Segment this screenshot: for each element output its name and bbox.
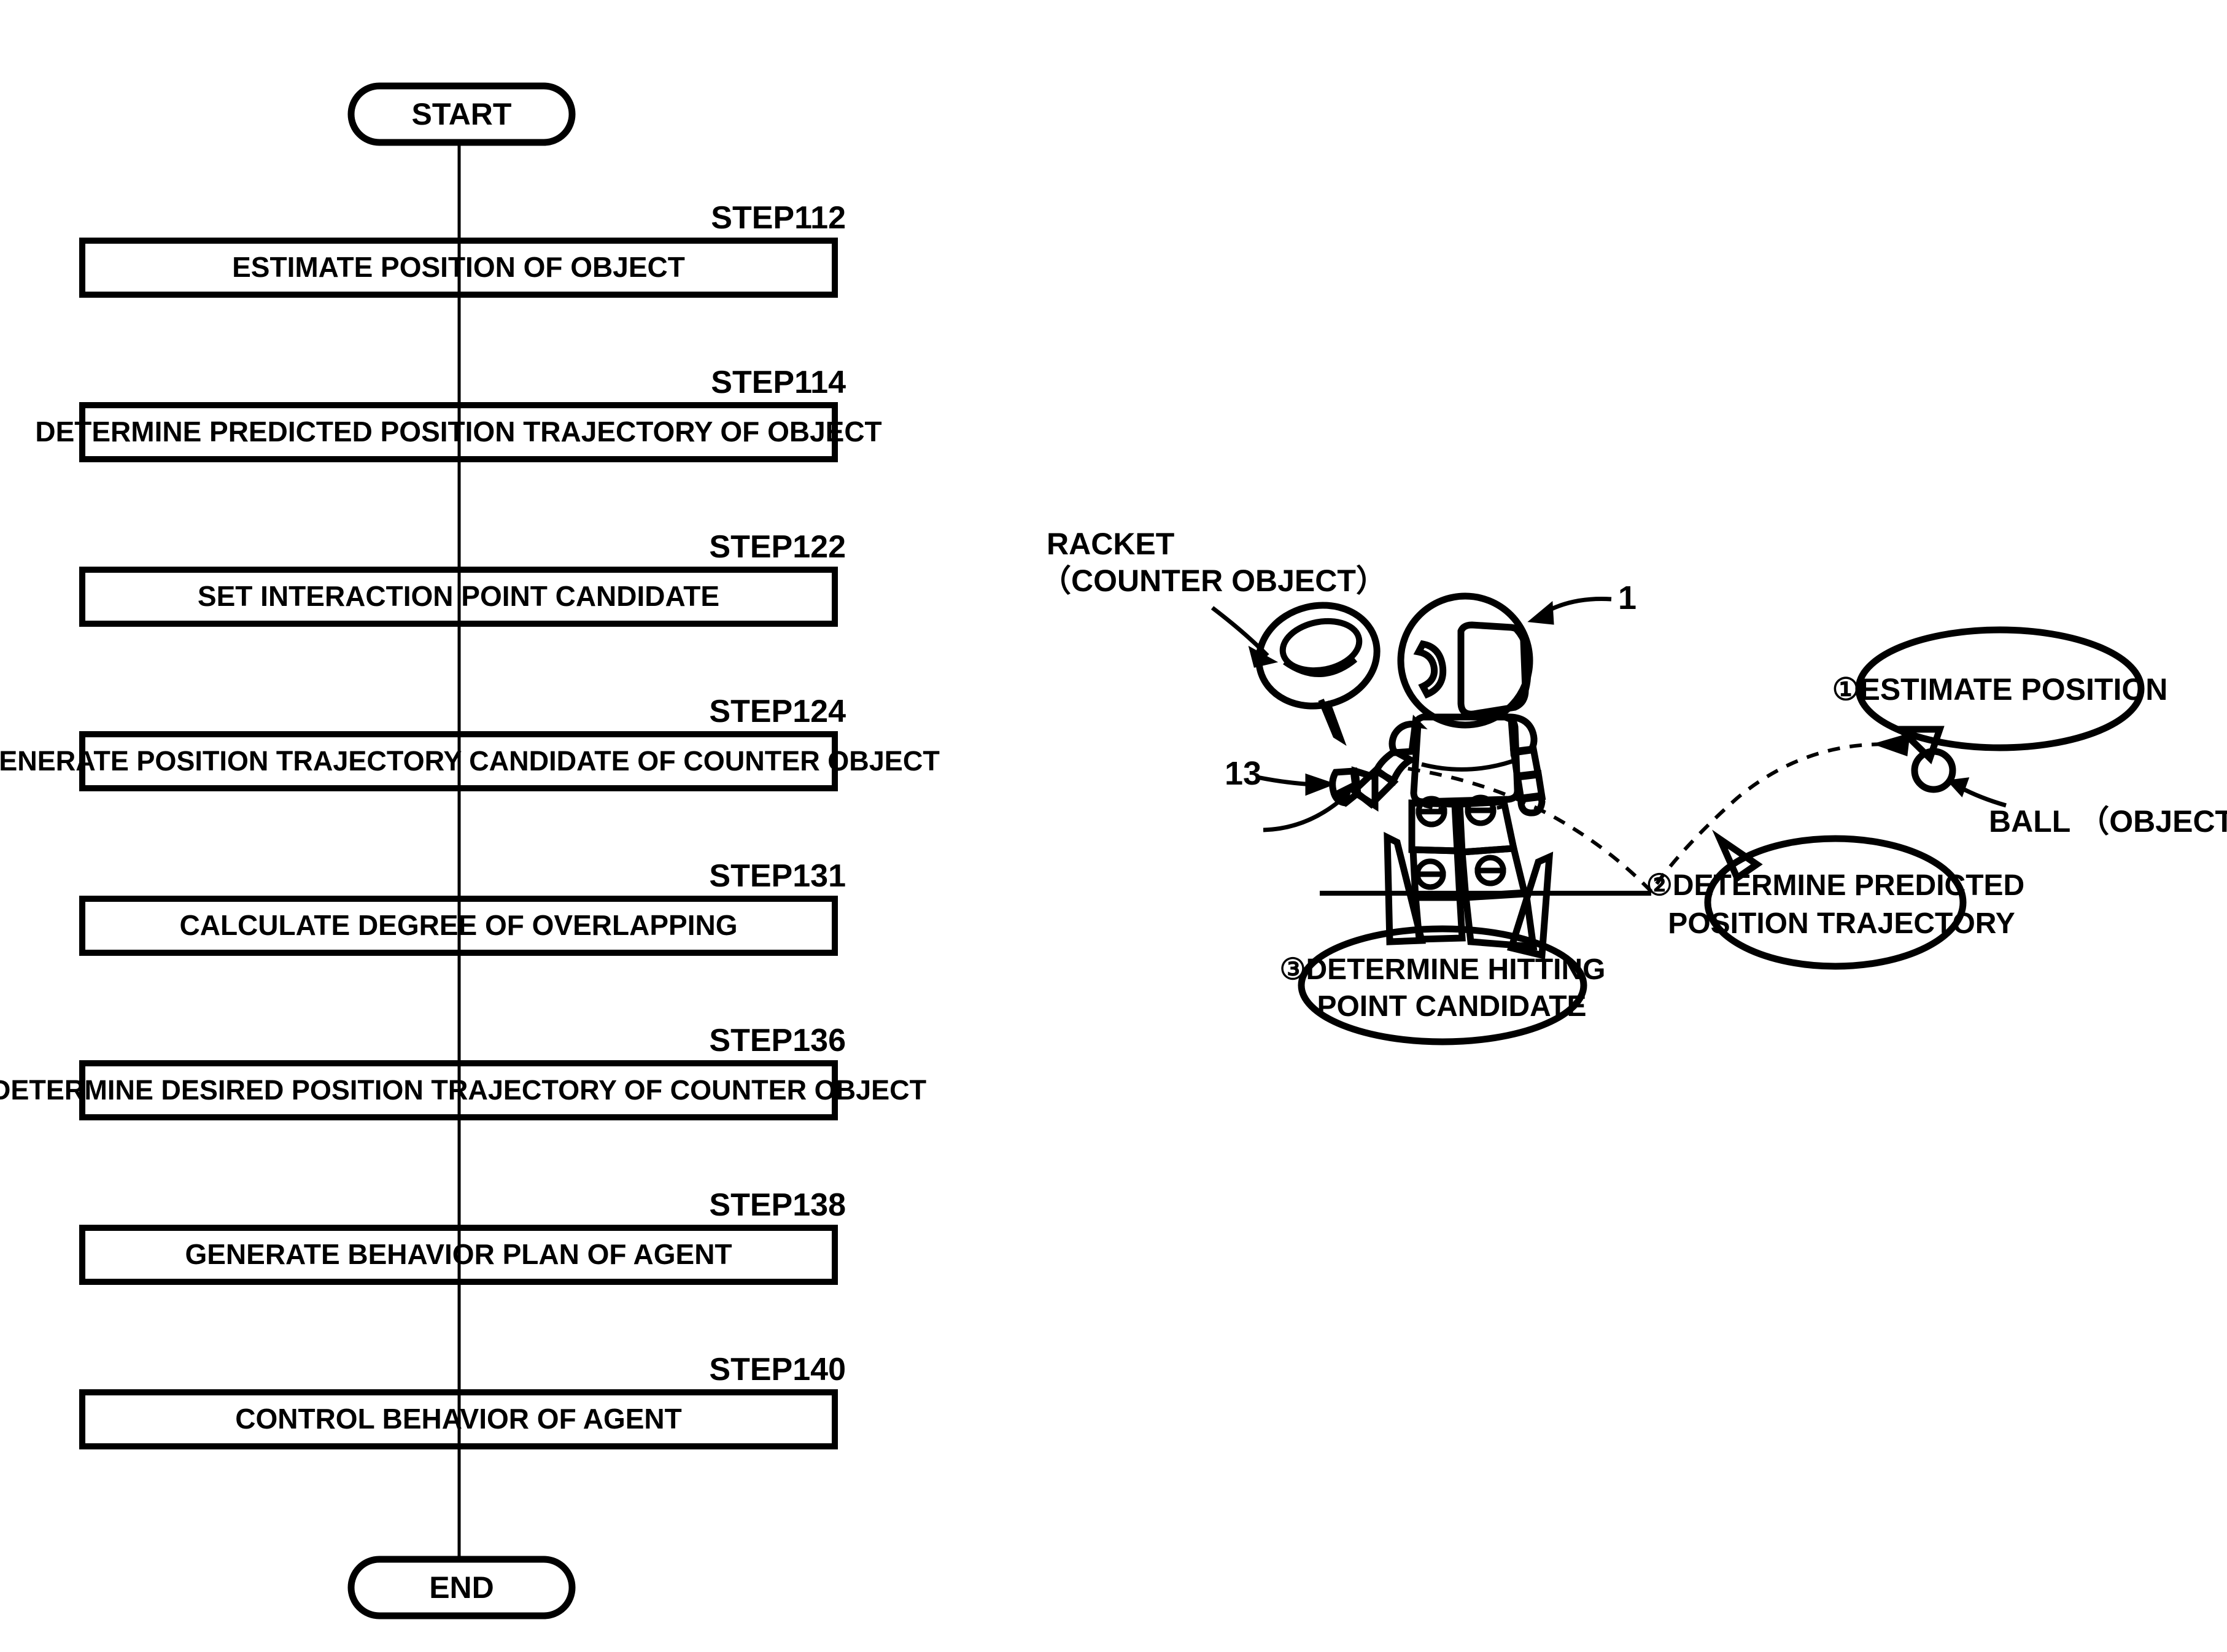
- end-terminator: END: [347, 1556, 576, 1619]
- callout-1-marker: ①: [1832, 672, 1860, 707]
- racket-label-line2: （COUNTER OBJECT）: [1040, 564, 1387, 598]
- ball-label: BALL （OBJECT）: [1989, 804, 2227, 839]
- robot-ref-label-group: 1: [1527, 580, 1636, 625]
- step-id-2: STEP122: [709, 529, 846, 565]
- callout-estimate-position: ①ESTIMATE POSITION: [1832, 626, 2168, 765]
- step-label-2: SET INTERACTION POINT CANDIDATE: [198, 580, 719, 612]
- step-label-7: CONTROL BEHAVIOR OF AGENT: [235, 1403, 682, 1435]
- step-id-7: STEP140: [709, 1352, 846, 1387]
- ball-label-group: BALL （OBJECT）: [1946, 777, 2227, 839]
- step-id-3: STEP124: [709, 694, 846, 729]
- step-id-5: STEP136: [709, 1023, 846, 1058]
- callout-2-marker: ②: [1646, 869, 1673, 902]
- end-label: END: [429, 1570, 494, 1605]
- racket-illustration: [1255, 602, 1381, 746]
- step-id-1: STEP114: [711, 365, 846, 400]
- callout-predicted-trajectory: ②DETERMINE PREDICTED POSITION TRAJECTORY: [1646, 829, 2024, 970]
- svg-text:②DETERMINE PREDICTED: ②DETERMINE PREDICTED: [1646, 869, 2024, 902]
- callout-3-line1: DETERMINE HITTING: [1306, 953, 1606, 986]
- racket-label-line1: RACKET: [1047, 527, 1174, 561]
- callout-2-line1: DETERMINE PREDICTED: [1673, 869, 2024, 902]
- step-block-7: STEP140 CONTROL BEHAVIOR OF AGENT: [79, 1352, 846, 1449]
- figure-canvas: START STEP112 ESTIMATE POSITION OF OBJEC…: [0, 0, 2227, 1652]
- step-label-5: DETERMINE DESIRED POSITION TRAJECTORY OF…: [0, 1074, 926, 1106]
- step-id-0: STEP112: [711, 200, 846, 236]
- robot-ref-arrowhead: [1527, 600, 1554, 625]
- step-label-0: ESTIMATE POSITION OF OBJECT: [232, 251, 685, 283]
- step-id-6: STEP138: [709, 1187, 846, 1223]
- step-label-6: GENERATE BEHAVIOR PLAN OF AGENT: [185, 1238, 732, 1270]
- start-terminator: START: [347, 82, 576, 146]
- step-id-4: STEP131: [709, 858, 846, 894]
- hand-ref-label-group: 13: [1225, 755, 1355, 832]
- step-block-5: STEP136 DETERMINE DESIRED POSITION TRAJE…: [0, 1023, 926, 1120]
- step-label-4: CALCULATE DEGREE OF OVERLAPPING: [180, 909, 738, 941]
- svg-text:①ESTIMATE POSITION: ①ESTIMATE POSITION: [1832, 672, 2168, 707]
- step-label-3: GENERATE POSITION TRAJECTORY CANDIDATE O…: [0, 745, 940, 777]
- step-block-3: STEP124 GENERATE POSITION TRAJECTORY CAN…: [0, 694, 940, 791]
- robot-ref-label: 1: [1618, 580, 1636, 616]
- racket-label-group: RACKET （COUNTER OBJECT）: [1040, 527, 1387, 668]
- start-label: START: [412, 97, 512, 131]
- step-block-0: STEP112 ESTIMATE POSITION OF OBJECT: [79, 200, 846, 298]
- step-label-1: DETERMINE PREDICTED POSITION TRAJECTORY …: [35, 416, 881, 448]
- callout-hitting-point: ③DETERMINE HITTING POINT CANDIDATE: [1279, 925, 1606, 1045]
- callout-3-line2: POINT CANDIDATE: [1317, 990, 1586, 1023]
- illustration: ①ESTIMATE POSITION ②DETERMINE PREDICTED …: [1040, 527, 2227, 1045]
- step-block-6: STEP138 GENERATE BEHAVIOR PLAN OF AGENT: [79, 1187, 846, 1285]
- callout-3-marker: ③: [1279, 953, 1306, 986]
- hand-ref-arrowhead: [1305, 773, 1336, 796]
- step-block-4: STEP131 CALCULATE DEGREE OF OVERLAPPING: [79, 858, 846, 956]
- flowchart: START STEP112 ESTIMATE POSITION OF OBJEC…: [0, 82, 940, 1619]
- hand-ref-label: 13: [1225, 755, 1261, 792]
- svg-text:③DETERMINE HITTING: ③DETERMINE HITTING: [1279, 953, 1605, 986]
- callout-2-line2: POSITION TRAJECTORY: [1668, 907, 2015, 940]
- ball-label-arrowhead: [1946, 777, 1970, 797]
- step-block-2: STEP122 SET INTERACTION POINT CANDIDATE: [79, 529, 846, 627]
- callout-1-text: ESTIMATE POSITION: [1859, 672, 2167, 707]
